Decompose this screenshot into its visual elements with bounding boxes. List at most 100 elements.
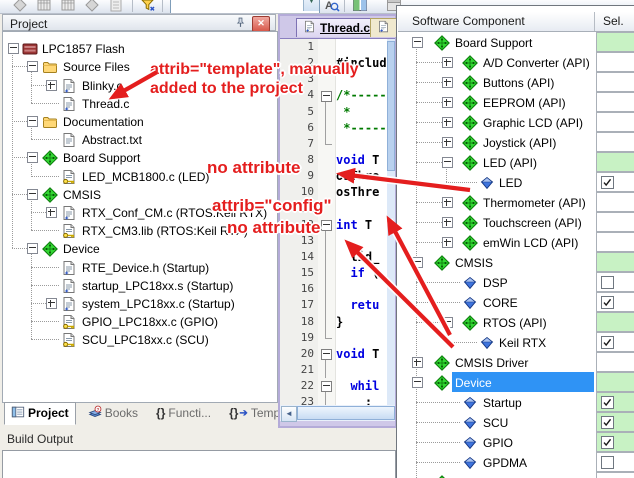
component-tree-item[interactable]: Device <box>455 374 492 392</box>
sel-cell <box>596 312 634 332</box>
green-diamond-icon <box>42 187 58 203</box>
component-tree-item[interactable]: Board Support <box>455 34 532 52</box>
component-tree-item[interactable]: SCU <box>483 414 508 432</box>
expand-toggle-plus-icon[interactable] <box>46 80 57 91</box>
expand-toggle-minus-icon[interactable] <box>412 257 423 268</box>
component-checkbox[interactable] <box>601 456 614 469</box>
expand-toggle-plus-icon[interactable] <box>442 197 453 208</box>
project-tree-item[interactable]: system_LPC18xx.c (Startup) <box>82 295 235 313</box>
component-checkbox[interactable] <box>601 416 614 429</box>
expand-toggle-minus-icon[interactable] <box>27 116 38 127</box>
expand-toggle-plus-icon[interactable] <box>442 117 453 128</box>
component-tree-item[interactable]: CMSIS Driver <box>455 354 528 372</box>
expand-toggle-plus-icon[interactable] <box>46 298 57 309</box>
component-tree-item[interactable]: LED <box>499 174 522 192</box>
tab-thread-c[interactable]: Thread.c <box>296 18 377 37</box>
expand-toggle-minus-icon[interactable] <box>442 317 453 328</box>
component-tree-item[interactable]: EEPROM (API) <box>483 94 566 112</box>
component-tree-item[interactable]: A/D Converter (API) <box>483 54 590 72</box>
scrollbar-thumb[interactable] <box>387 41 395 171</box>
sel-cell <box>596 392 634 412</box>
component-tree-item[interactable]: RTOS (API) <box>483 314 547 332</box>
scrollbar-thumb[interactable] <box>297 406 395 420</box>
component-checkbox[interactable] <box>601 276 614 289</box>
expand-toggle-minus-icon[interactable] <box>442 157 453 168</box>
expand-toggle-minus-icon[interactable] <box>8 43 19 54</box>
project-tree-item[interactable]: CMSIS <box>63 186 101 204</box>
component-tree-item[interactable]: GPDMA <box>483 454 527 472</box>
toolbar-diamond-icon[interactable] <box>12 0 29 14</box>
expand-toggle-plus-icon[interactable] <box>442 217 453 228</box>
toolbar-grid-icon-2[interactable] <box>60 0 77 14</box>
expand-toggle-minus-icon[interactable] <box>27 152 38 163</box>
toolbar-diamond-icon-2[interactable] <box>84 0 101 14</box>
tree-connector <box>416 442 460 443</box>
tab-project[interactable]: Project <box>4 402 76 425</box>
fold-collapse-icon[interactable] <box>321 220 332 231</box>
expand-toggle-minus-icon[interactable] <box>27 189 38 200</box>
expand-toggle-plus-icon[interactable] <box>46 207 57 218</box>
editor-horizontal-scrollbar[interactable]: ◄ <box>280 405 395 421</box>
toolbar-grid-icon-1[interactable] <box>36 0 53 14</box>
component-checkbox[interactable] <box>601 336 614 349</box>
expand-toggle-plus-icon[interactable] <box>442 57 453 68</box>
project-tree-item[interactable]: Abstract.txt <box>82 131 142 149</box>
component-tree-item[interactable]: Joystick (API) <box>483 134 556 152</box>
project-tree-item[interactable]: LED_MCB1800.c (LED) <box>82 168 209 186</box>
component-tree-item[interactable]: DSP <box>483 274 508 292</box>
target-select[interactable]: ▼ <box>170 0 320 14</box>
fold-collapse-icon[interactable] <box>321 349 332 360</box>
component-checkbox[interactable] <box>601 176 614 189</box>
tab-next-file[interactable] <box>370 18 398 37</box>
project-tree-item[interactable]: RTX_CM3.lib (RTOS:Keil RTX) <box>82 222 248 240</box>
project-tree-item[interactable]: Blinky.c <box>82 77 122 95</box>
expand-toggle-plus-icon[interactable] <box>442 97 453 108</box>
toolbar-doc-icon[interactable] <box>108 0 125 14</box>
expand-toggle-plus-icon[interactable] <box>412 357 423 368</box>
project-tree-item[interactable]: Source Files <box>63 58 130 76</box>
component-tree-item[interactable]: CMSIS <box>455 254 493 272</box>
component-tree-item[interactable]: CORE <box>483 294 518 312</box>
expand-toggle-minus-icon[interactable] <box>412 377 423 388</box>
component-tree-item[interactable]: Touchscreen (API) <box>483 214 582 232</box>
scroll-left-button[interactable]: ◄ <box>281 406 297 422</box>
project-tree-item[interactable]: SCU_LPC18xx.c (SCU) <box>82 331 209 349</box>
project-tree-item[interactable]: Board Support <box>63 149 140 167</box>
expand-toggle-minus-icon[interactable] <box>412 37 423 48</box>
editor-vertical-scrollbar[interactable] <box>387 39 395 405</box>
expand-toggle-plus-icon[interactable] <box>442 237 453 248</box>
chevron-down-icon[interactable]: ▼ <box>303 0 319 11</box>
component-tree-item[interactable]: Buttons (API) <box>483 74 554 92</box>
project-tree-item[interactable]: LPC1857 Flash <box>42 40 125 58</box>
expand-toggle-plus-icon[interactable] <box>442 137 453 148</box>
component-tree-item[interactable]: Startup <box>483 394 522 412</box>
component-tree-item[interactable]: Graphic LCD (API) <box>483 114 583 132</box>
pin-icon[interactable] <box>234 16 249 30</box>
expand-toggle-plus-icon[interactable] <box>442 77 453 88</box>
component-tree-item[interactable]: Thermometer (API) <box>483 194 586 212</box>
tab-books[interactable]: ?Books <box>82 403 144 424</box>
project-tree-item[interactable]: Documentation <box>63 113 144 131</box>
expand-toggle-minus-icon[interactable] <box>27 61 38 72</box>
code-line: osThre <box>336 169 388 183</box>
close-icon[interactable]: ✕ <box>252 16 270 32</box>
component-checkbox[interactable] <box>601 436 614 449</box>
component-checkbox[interactable] <box>601 296 614 309</box>
project-tree-item[interactable]: startup_LPC18xx.s (Startup) <box>82 277 233 295</box>
tab-functi[interactable]: {}Functi... <box>150 404 217 422</box>
component-tree-item[interactable]: LED (API) <box>483 154 537 172</box>
component-tree-item[interactable]: GPIO <box>483 434 513 452</box>
tree-connector <box>31 126 32 139</box>
project-tree-item[interactable]: Thread.c <box>82 95 129 113</box>
component-tree-item[interactable]: emWin LCD (API) <box>483 234 578 252</box>
project-tree-item[interactable]: GPIO_LPC18xx.c (GPIO) <box>82 313 218 331</box>
project-tree-item[interactable]: RTE_Device.h (Startup) <box>82 259 209 277</box>
toolbar-find-icon[interactable]: A <box>324 0 341 14</box>
fold-collapse-icon[interactable] <box>321 381 332 392</box>
component-checkbox[interactable] <box>601 396 614 409</box>
component-tree-item[interactable]: Keil RTX <box>499 334 546 352</box>
toolbar-funnel-icon[interactable] <box>140 0 157 14</box>
project-tree-item[interactable]: Device <box>63 240 100 258</box>
toolbar-split-window-icon[interactable] <box>352 0 369 14</box>
expand-toggle-minus-icon[interactable] <box>27 243 38 254</box>
